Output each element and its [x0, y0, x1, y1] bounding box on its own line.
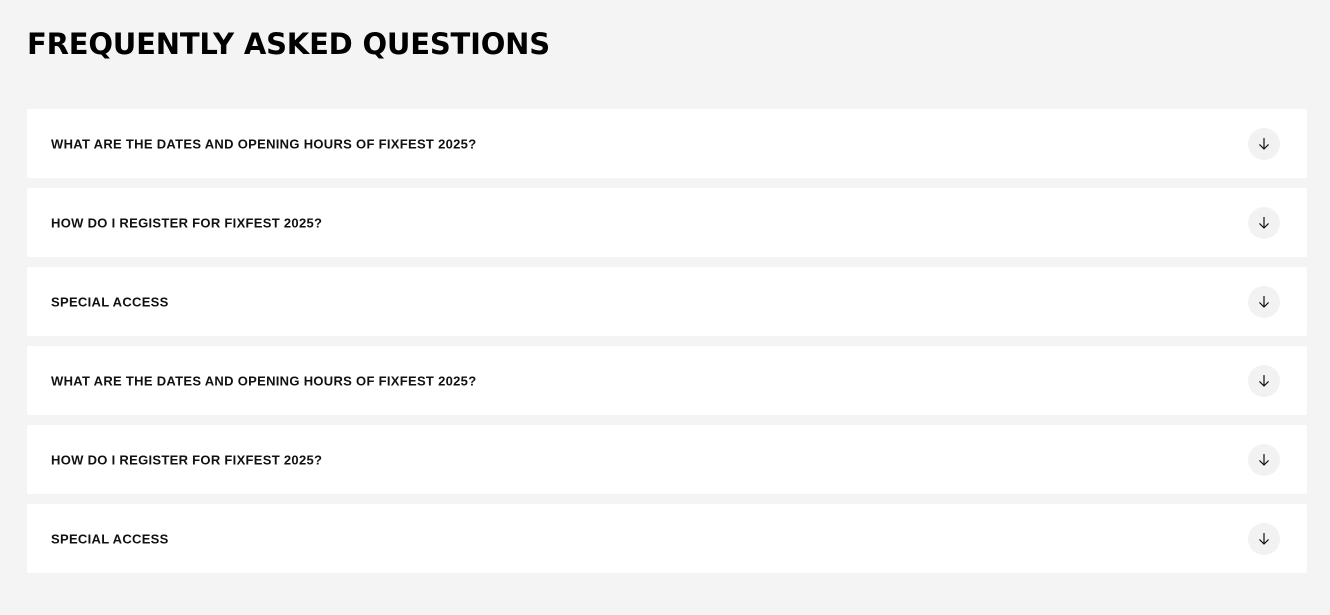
arrow-down-icon [1257, 374, 1271, 388]
faq-item[interactable]: WHAT ARE THE DATES AND OPENING HOURS OF … [27, 109, 1307, 178]
arrow-down-icon [1257, 137, 1271, 151]
expand-toggle-button[interactable] [1248, 285, 1280, 318]
page-title: FREQUENTLY ASKED QUESTIONS [27, 27, 550, 61]
faq-question: SPECIAL ACCESS [51, 294, 169, 309]
expand-toggle-button[interactable] [1248, 443, 1280, 476]
faq-question: SPECIAL ACCESS [51, 531, 169, 546]
faq-question: HOW DO I REGISTER FOR FIXFEST 2025? [51, 215, 323, 230]
faq-item[interactable]: HOW DO I REGISTER FOR FIXFEST 2025? [27, 188, 1307, 257]
expand-toggle-button[interactable] [1248, 206, 1280, 239]
arrow-down-icon [1257, 295, 1271, 309]
faq-question: WHAT ARE THE DATES AND OPENING HOURS OF … [51, 373, 477, 388]
expand-toggle-button[interactable] [1248, 522, 1280, 555]
faq-question: WHAT ARE THE DATES AND OPENING HOURS OF … [51, 136, 477, 151]
expand-toggle-button[interactable] [1248, 127, 1280, 160]
arrow-down-icon [1257, 532, 1271, 546]
expand-toggle-button[interactable] [1248, 364, 1280, 397]
arrow-down-icon [1257, 216, 1271, 230]
faq-list: WHAT ARE THE DATES AND OPENING HOURS OF … [27, 109, 1307, 573]
faq-page: FREQUENTLY ASKED QUESTIONS WHAT ARE THE … [0, 0, 1330, 615]
faq-item[interactable]: WHAT ARE THE DATES AND OPENING HOURS OF … [27, 346, 1307, 415]
faq-item[interactable]: SPECIAL ACCESS [27, 504, 1307, 573]
arrow-down-icon [1257, 453, 1271, 467]
faq-item[interactable]: HOW DO I REGISTER FOR FIXFEST 2025? [27, 425, 1307, 494]
faq-item[interactable]: SPECIAL ACCESS [27, 267, 1307, 336]
faq-question: HOW DO I REGISTER FOR FIXFEST 2025? [51, 452, 323, 467]
